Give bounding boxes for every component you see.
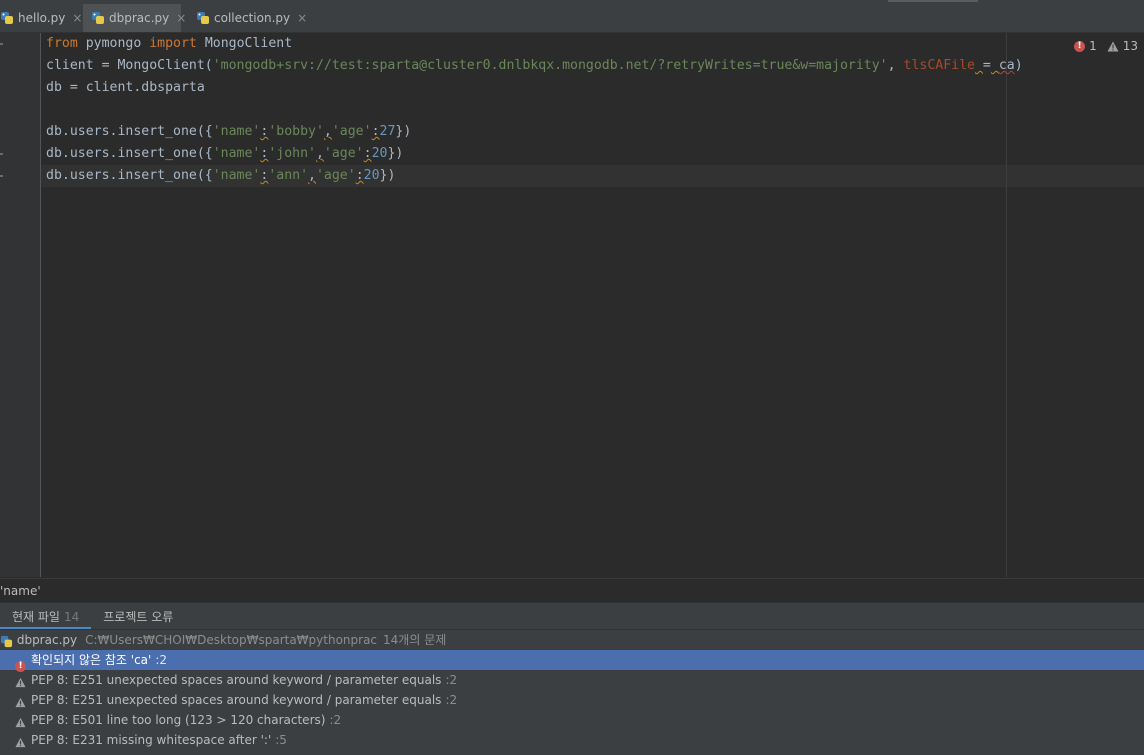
code-line-5: db.users.insert_one({'name':'bobby','age… (46, 124, 412, 139)
problems-panel: 현재 파일 14 프로젝트 오류 dbprac.py C:₩Users₩CHOI₩D… (0, 602, 1144, 755)
problem-text: PEP 8: E251 unexpected spaces around key… (31, 693, 442, 707)
problem-text: PEP 8: E501 line too long (123 > 120 cha… (31, 713, 326, 727)
problem-row[interactable]: PEP 8: E251 unexpected spaces around key… (0, 690, 1144, 710)
problem-row[interactable]: PEP 8: E501 line too long (123 > 120 cha… (0, 710, 1144, 730)
problem-summary: 14개의 문제 (383, 633, 447, 647)
code-text[interactable]: from pymongo import MongoClient client =… (46, 33, 1023, 187)
tab-dbprac-py[interactable]: dbprac.py × (83, 4, 186, 32)
problems-tabs: 현재 파일 14 프로젝트 오류 (0, 603, 1144, 630)
warning-icon (1107, 41, 1119, 51)
gutter-mark (0, 43, 3, 45)
tab-project-errors[interactable]: 프로젝트 오류 (91, 605, 185, 629)
toolbar-indicator (888, 0, 978, 2)
close-icon[interactable]: × (297, 11, 307, 25)
problem-text: PEP 8: E251 unexpected spaces around key… (31, 673, 442, 687)
error-count: 1 (1089, 39, 1097, 53)
editor-tab-bar: hello.py × dbprac.py × collection.py × (0, 0, 1144, 33)
error-icon: ! (1074, 40, 1086, 52)
tab-label: hello.py (18, 10, 66, 25)
problem-line: :5 (275, 733, 287, 747)
problem-text: 확인되지 않은 참조 'ca' (31, 653, 152, 667)
problem-file-row[interactable]: dbprac.py C:₩Users₩CHOI₩Desktop₩sparta₩py… (0, 630, 1144, 650)
file-name: dbprac.py (16, 633, 78, 647)
warning-icon (15, 734, 26, 754)
code-editor[interactable]: from pymongo import MongoClient client =… (0, 33, 1144, 577)
problem-line: :2 (445, 673, 458, 687)
tab-label: collection.py (214, 10, 291, 25)
tab-hello-py[interactable]: hello.py × (0, 4, 88, 31)
close-icon[interactable]: × (176, 11, 186, 25)
problem-line: :2 (329, 713, 342, 727)
tab-label: dbprac.py (109, 11, 170, 25)
problem-row[interactable]: PEP 8: E231 missing whitespace after ':'… (0, 730, 1144, 750)
tab-label: 현재 파일 (12, 610, 60, 624)
problem-row[interactable]: ! 확인되지 않은 참조 'ca':2 (0, 650, 1144, 672)
inspection-indicators[interactable]: ! 1 13 (1074, 39, 1138, 53)
gutter-mark (0, 175, 3, 177)
python-file-icon (0, 634, 13, 648)
problem-line: :2 (445, 693, 458, 707)
python-file-icon (196, 11, 210, 25)
warning-count: 13 (1122, 39, 1138, 53)
tab-label: 프로젝트 오류 (103, 610, 174, 624)
gutter-mark (0, 153, 3, 155)
line-gutter (0, 33, 41, 577)
code-line-2: client = MongoClient('mongodb+srv://test… (46, 58, 1023, 73)
problem-text: PEP 8: E231 missing whitespace after ':' (31, 733, 272, 747)
close-icon[interactable]: × (72, 11, 82, 25)
problem-count: 14 (63, 610, 80, 624)
problem-line: :2 (155, 653, 168, 667)
python-file-icon (0, 11, 14, 25)
code-line-1: from pymongo import MongoClient (46, 36, 293, 51)
code-line-7: db.users.insert_one({'name':'ann','age':… (46, 168, 396, 183)
code-line-6: db.users.insert_one({'name':'john','age'… (46, 146, 404, 161)
problem-row[interactable]: PEP 8: E251 unexpected spaces around key… (0, 670, 1144, 690)
python-file-icon (91, 11, 105, 25)
file-path: C:₩Users₩CHOI₩Desktop₩sparta₩pythonprac (85, 633, 378, 647)
breadcrumb[interactable]: 'name' (0, 578, 1144, 603)
tab-collection-py[interactable]: collection.py × (196, 4, 307, 31)
breadcrumb-item[interactable]: 'name' (0, 584, 41, 598)
tab-current-file[interactable]: 현재 파일 14 (0, 605, 92, 629)
code-line-3: db = client.dbsparta (46, 80, 205, 95)
